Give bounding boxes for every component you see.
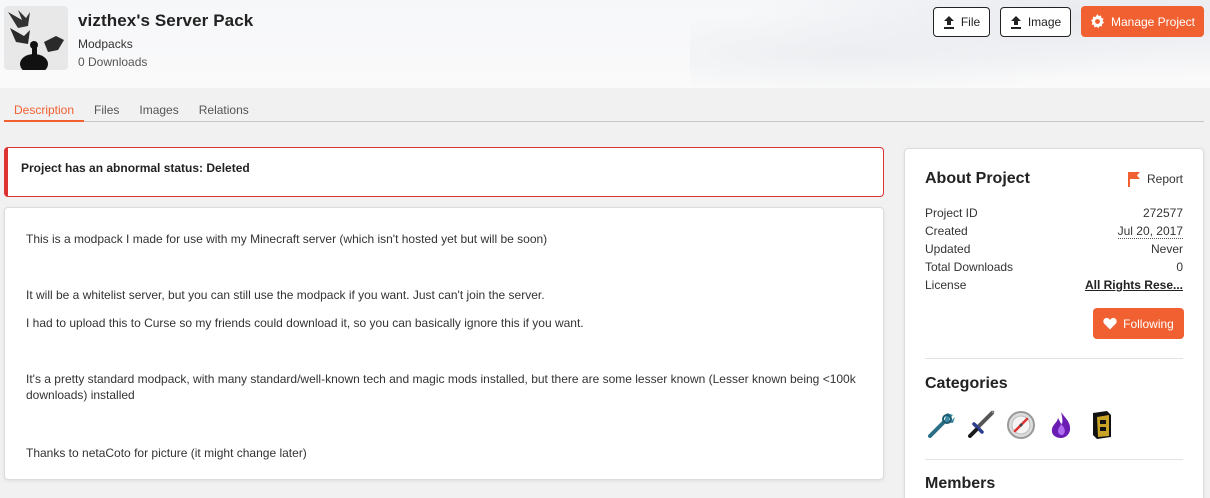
members-heading: Members <box>925 475 996 492</box>
manage-project-button[interactable]: Manage Project <box>1081 6 1204 37</box>
upload-file-button[interactable]: File <box>933 7 990 37</box>
following-label: Following <box>1123 316 1174 331</box>
tab-description[interactable]: Description <box>4 100 85 122</box>
sidebar-divider <box>925 358 1183 359</box>
about-project-sidebar: About Project Report Project ID 272577 C… <box>904 148 1204 498</box>
description-paragraph: Thanks to netaCoto for picture (it might… <box>26 446 307 460</box>
server-block-icon[interactable] <box>1085 409 1117 441</box>
info-row-total-downloads: Total Downloads 0 <box>925 260 1183 274</box>
magic-flame-icon[interactable] <box>1045 409 1077 441</box>
sidebar-divider <box>925 459 1183 460</box>
project-tabs: Description Files Images Relations <box>4 100 1204 122</box>
gear-icon <box>1090 14 1105 29</box>
upload-icon <box>943 16 954 29</box>
heart-icon <box>1103 317 1117 330</box>
description-paragraph: It's a pretty standard modpack, with man… <box>26 372 856 402</box>
info-label: Created <box>925 224 968 238</box>
info-label: Project ID <box>925 206 978 220</box>
info-row-updated: Updated Never <box>925 242 1183 256</box>
info-label: Updated <box>925 242 971 256</box>
compass-icon[interactable] <box>1005 409 1037 441</box>
upload-file-label: File <box>960 15 981 29</box>
info-row-project-id: Project ID 272577 <box>925 206 1183 220</box>
info-value: 272577 <box>1142 206 1183 220</box>
project-category[interactable]: Modpacks <box>78 37 253 51</box>
info-row-created: Created Jul 20, 2017 <box>925 224 1183 239</box>
project-header: vizthex's Server Pack Modpacks 0 Downloa… <box>0 0 1210 88</box>
upload-image-label: Image <box>1027 15 1062 29</box>
project-downloads: 0 Downloads <box>78 55 148 69</box>
upload-icon <box>1010 16 1021 29</box>
report-label: Report <box>1147 172 1184 186</box>
categories-heading: Categories <box>925 375 1008 392</box>
tab-images[interactable]: Images <box>129 100 188 121</box>
upload-image-button[interactable]: Image <box>1000 7 1071 37</box>
info-row-license: License All Rights Rese... <box>925 278 1183 292</box>
info-label: License <box>925 278 967 292</box>
project-title-block: vizthex's Server Pack Modpacks 0 Downloa… <box>78 11 253 69</box>
manage-project-label: Manage Project <box>1110 14 1196 29</box>
project-avatar <box>4 6 68 70</box>
license-link[interactable]: All Rights Rese... <box>1085 278 1183 292</box>
wrench-icon[interactable] <box>925 409 957 441</box>
category-icons <box>925 409 1117 441</box>
report-button[interactable]: Report <box>1127 171 1183 187</box>
description-panel: This is a modpack I made for use with my… <box>4 207 884 480</box>
status-alert: Project has an abnormal status: Deleted <box>4 147 884 197</box>
info-value: Never <box>1150 242 1183 256</box>
tab-files[interactable]: Files <box>84 100 129 121</box>
status-alert-text: Project has an abnormal status: Deleted <box>21 161 250 175</box>
flag-icon <box>1128 172 1140 187</box>
sword-icon[interactable] <box>965 409 997 441</box>
about-project-heading: About Project <box>925 170 1030 187</box>
project-title: vizthex's Server Pack <box>78 11 254 30</box>
description-paragraph: This is a modpack I made for use with my… <box>26 232 548 246</box>
info-value: 0 <box>1176 260 1183 274</box>
info-label: Total Downloads <box>925 260 1014 274</box>
description-paragraph: I had to upload this to Curse so my frie… <box>26 316 584 330</box>
info-value: Jul 20, 2017 <box>1117 224 1183 239</box>
tab-relations[interactable]: Relations <box>189 100 259 121</box>
following-button[interactable]: Following <box>1093 308 1184 339</box>
description-paragraph: It will be a whitelist server, but you c… <box>26 288 545 302</box>
